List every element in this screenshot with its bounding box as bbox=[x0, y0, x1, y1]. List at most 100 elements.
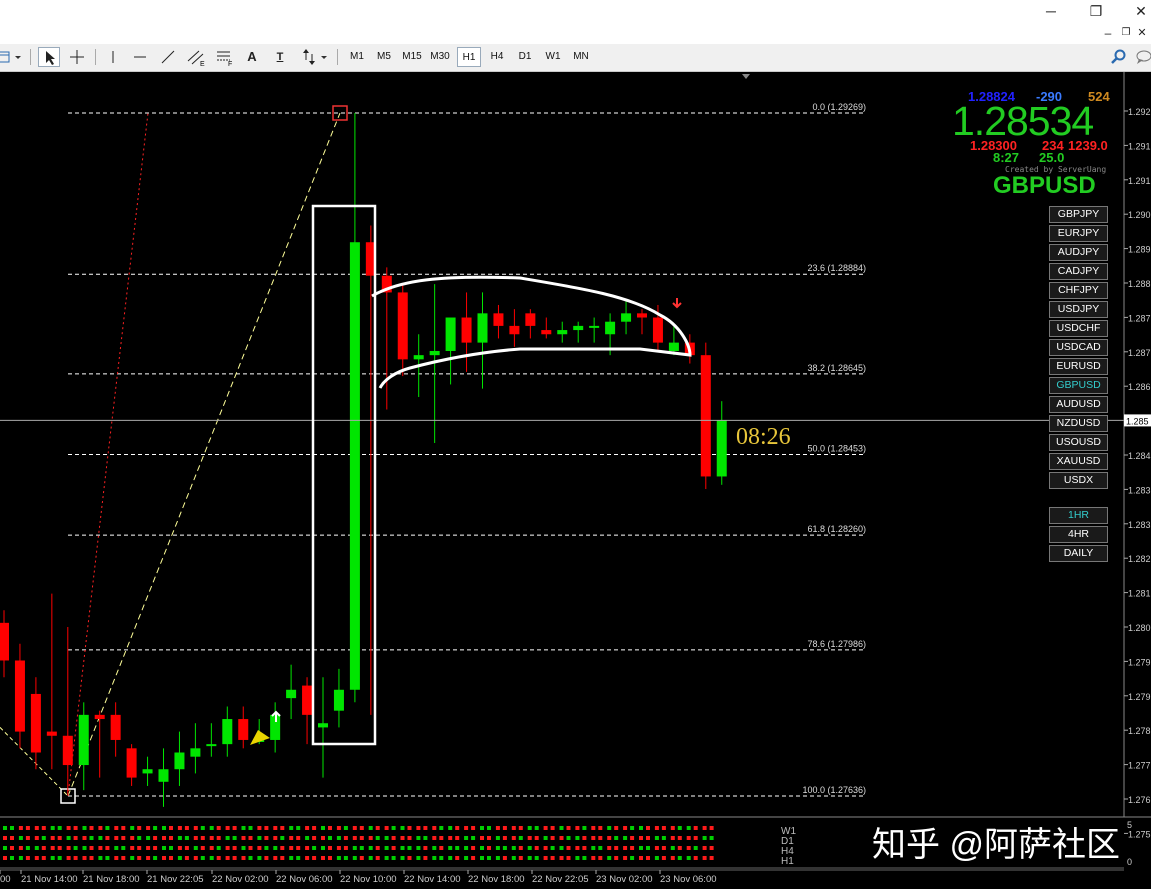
signal-dot bbox=[400, 836, 405, 840]
signal-dot bbox=[232, 826, 237, 830]
symbol-button-chfjpy[interactable]: CHFJPY bbox=[1049, 282, 1108, 299]
time-axis-label: 22 Nov 10:00 bbox=[340, 874, 397, 885]
symbol-button-eurjpy[interactable]: EURJPY bbox=[1049, 225, 1108, 242]
symbol-button-cadjpy[interactable]: CADJPY bbox=[1049, 263, 1108, 280]
timeframe-w1[interactable]: W1 bbox=[541, 47, 565, 67]
signal-dot bbox=[384, 846, 389, 850]
price-chart[interactable]: 0.0 (1.29269) 23.6 (1.28884) 38.2 (1.28645… bbox=[0, 72, 1151, 889]
tf-button-4hr[interactable]: 4HR bbox=[1049, 526, 1108, 543]
candle-body bbox=[206, 744, 217, 747]
candle-body bbox=[126, 748, 137, 778]
signal-dot bbox=[495, 846, 500, 850]
signal-dot bbox=[686, 846, 691, 850]
signal-dot bbox=[177, 826, 182, 830]
fibonacci-tool-icon[interactable]: F bbox=[213, 47, 235, 68]
signal-dot bbox=[209, 826, 214, 830]
signal-dot bbox=[153, 846, 158, 850]
signal-dot bbox=[200, 836, 205, 840]
chat-icon[interactable] bbox=[1134, 47, 1151, 67]
close-button[interactable]: ✕ bbox=[1121, 0, 1151, 22]
signal-dot bbox=[702, 846, 707, 850]
symbol-button-gbpusd[interactable]: GBPUSD bbox=[1049, 377, 1108, 394]
inner-close-button[interactable]: ✕ bbox=[1132, 22, 1151, 44]
signal-dot bbox=[209, 846, 214, 850]
signal-dot bbox=[591, 856, 596, 860]
symbol-button-nzdusd[interactable]: NZDUSD bbox=[1049, 415, 1108, 432]
signal-dot bbox=[550, 856, 555, 860]
text-label-tool-icon[interactable]: T bbox=[269, 47, 291, 67]
symbol-button-audjpy[interactable]: AUDJPY bbox=[1049, 244, 1108, 261]
tf-button-daily[interactable]: DAILY bbox=[1049, 545, 1108, 562]
timeframe-m30[interactable]: M30 bbox=[428, 47, 452, 67]
signal-dot bbox=[471, 846, 476, 850]
signal-dot bbox=[502, 836, 507, 840]
symbol-button-gbpjpy[interactable]: GBPJPY bbox=[1049, 206, 1108, 223]
time-axis-label: 22 Nov 02:00 bbox=[212, 874, 269, 885]
timeframe-h1[interactable]: H1 bbox=[457, 47, 481, 67]
signal-dot bbox=[289, 836, 294, 840]
signal-dot bbox=[57, 826, 62, 830]
signal-dot bbox=[559, 836, 564, 840]
search-icon[interactable] bbox=[1108, 47, 1130, 67]
signal-dot bbox=[471, 826, 476, 830]
timeframe-m1[interactable]: M1 bbox=[345, 47, 369, 67]
trendline-icon[interactable] bbox=[157, 47, 179, 67]
signal-dot bbox=[400, 826, 405, 830]
price-axis-label: 1.280 bbox=[1128, 623, 1151, 633]
symbol-button-xauusd[interactable]: XAUUSD bbox=[1049, 453, 1108, 470]
signal-dot bbox=[511, 856, 516, 860]
timeframe-h4[interactable]: H4 bbox=[485, 47, 509, 67]
timeframe-m15[interactable]: M15 bbox=[400, 47, 424, 67]
fib-level-label: 61.8 (1.28260) bbox=[807, 524, 866, 534]
signal-dot bbox=[677, 826, 682, 830]
candle-body bbox=[318, 723, 328, 728]
cursor-tool-icon[interactable] bbox=[38, 47, 60, 67]
time-axis-label: 23 Nov 06:00 bbox=[660, 874, 717, 885]
signal-dot bbox=[114, 846, 119, 850]
signal-dot bbox=[559, 846, 564, 850]
candle-body bbox=[222, 719, 233, 745]
symbol-button-usousd[interactable]: USOUSD bbox=[1049, 434, 1108, 451]
signal-dot bbox=[25, 846, 30, 850]
signal-dot bbox=[130, 856, 135, 860]
tf-button-1hr[interactable]: 1HR bbox=[1049, 507, 1108, 524]
signal-dot bbox=[66, 826, 71, 830]
signal-dot bbox=[352, 856, 357, 860]
signal-dot bbox=[607, 856, 612, 860]
watermark: 知乎 @阿萨社区 bbox=[872, 826, 1120, 864]
symbol-button-usdchf[interactable]: USDCHF bbox=[1049, 320, 1108, 337]
candle-body bbox=[668, 342, 679, 351]
equidistant-channel-icon[interactable]: E bbox=[185, 47, 207, 68]
minimize-button[interactable]: ─ bbox=[1031, 0, 1071, 22]
signal-dot bbox=[200, 856, 205, 860]
vertical-line-icon[interactable] bbox=[102, 47, 124, 67]
symbol-button-usdjpy[interactable]: USDJPY bbox=[1049, 301, 1108, 318]
signal-dot bbox=[264, 826, 269, 830]
signal-dot bbox=[566, 826, 571, 830]
symbol-button-usdcad[interactable]: USDCAD bbox=[1049, 339, 1108, 356]
text-tool-icon[interactable]: A bbox=[241, 47, 263, 67]
horizontal-line-icon[interactable] bbox=[129, 47, 151, 67]
dropdown-chevron-icon[interactable] bbox=[12, 47, 24, 67]
timeframe-m5[interactable]: M5 bbox=[372, 47, 396, 67]
signal-dot bbox=[550, 836, 555, 840]
signal-dot bbox=[423, 826, 428, 830]
symbol-button-eurusd[interactable]: EURUSD bbox=[1049, 358, 1108, 375]
crosshair-icon[interactable] bbox=[66, 47, 88, 67]
timeframe-mn[interactable]: MN bbox=[569, 47, 593, 67]
time-axis-label: 22 Nov 14:00 bbox=[404, 874, 461, 885]
signal-dot bbox=[257, 836, 262, 840]
timeframe-d1[interactable]: D1 bbox=[513, 47, 537, 67]
signal-dot bbox=[702, 826, 707, 830]
signal-dot bbox=[169, 836, 173, 840]
signal-dot bbox=[480, 836, 484, 840]
inner-minimize-button[interactable]: – bbox=[1098, 22, 1118, 44]
restore-button[interactable]: ❐ bbox=[1076, 0, 1116, 22]
arrows-tool-icon[interactable] bbox=[298, 47, 320, 67]
dropdown-chevron-icon[interactable] bbox=[318, 47, 330, 67]
symbol-button-audusd[interactable]: AUDUSD bbox=[1049, 396, 1108, 413]
signal-dot bbox=[114, 826, 119, 830]
symbol-button-usdx[interactable]: USDX bbox=[1049, 472, 1108, 489]
signal-dot bbox=[487, 846, 491, 850]
signal-dot bbox=[273, 856, 278, 860]
